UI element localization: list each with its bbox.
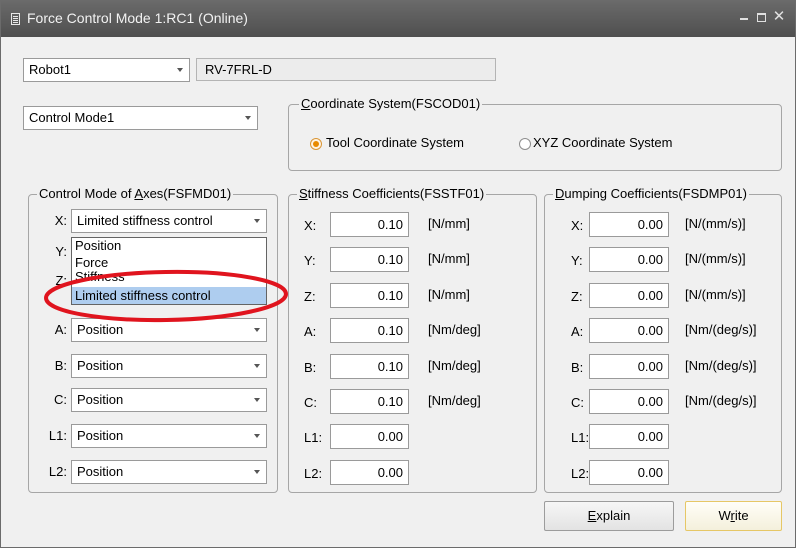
explain-button[interactable]: Explain <box>544 501 674 531</box>
write-button[interactable]: Write <box>685 501 782 531</box>
annotation-ellipse <box>44 269 288 323</box>
force-control-window: Force Control Mode 1:RC1 (Online) ✕ Robo… <box>0 0 796 548</box>
